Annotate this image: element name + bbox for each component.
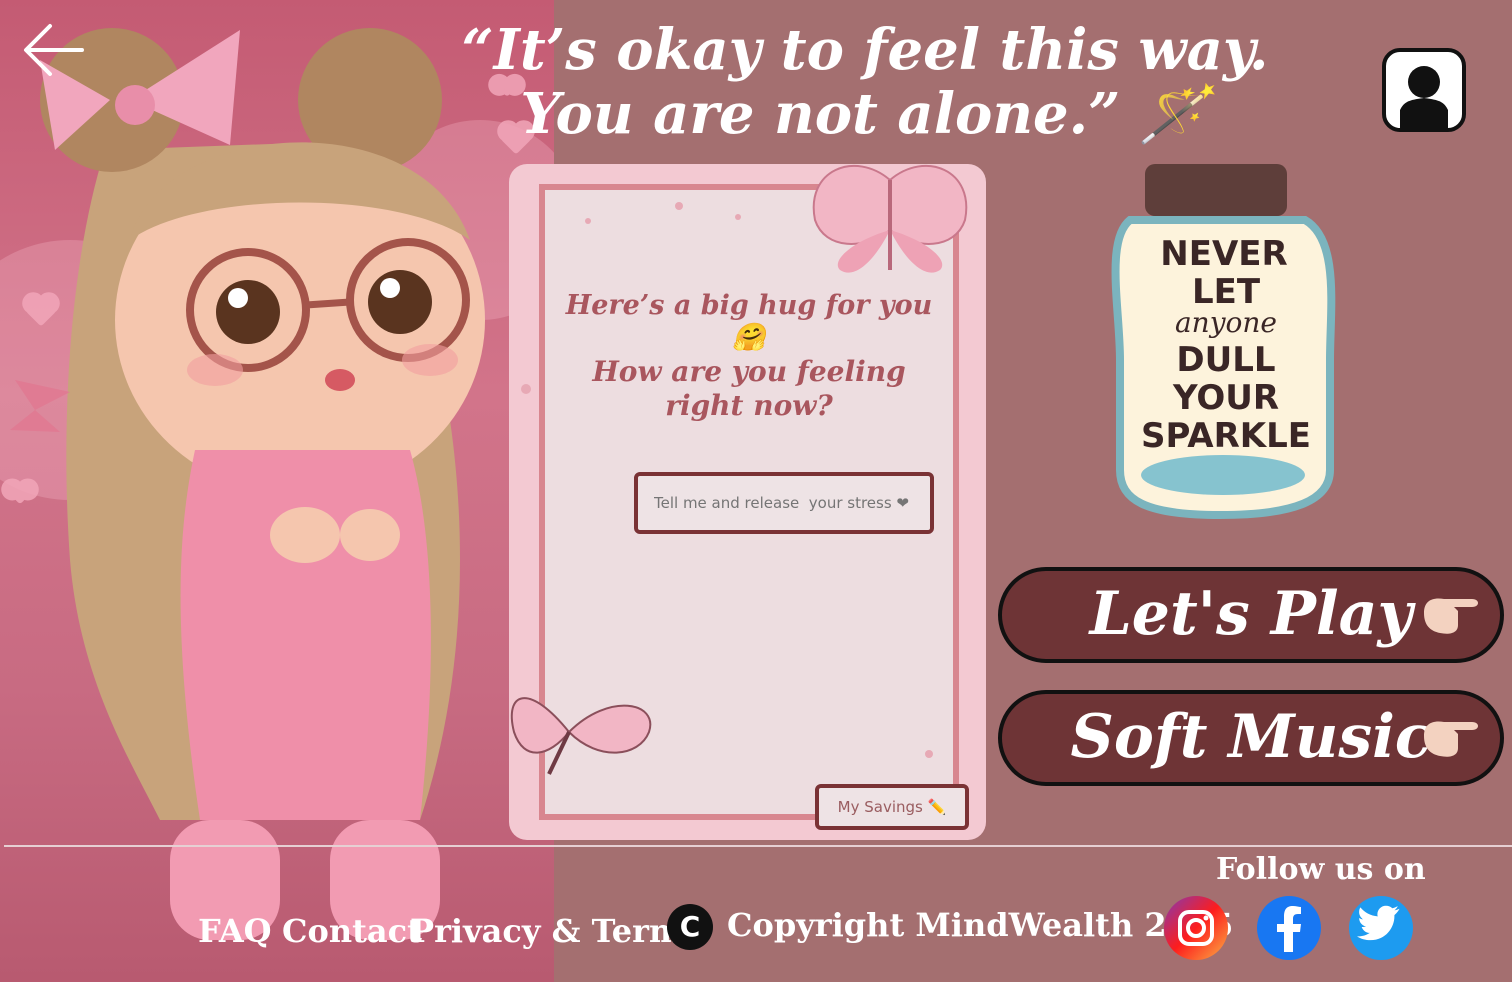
twitter-button[interactable] xyxy=(1349,896,1413,960)
jar-line: SPARKLE xyxy=(1140,416,1312,456)
stress-input[interactable] xyxy=(634,472,934,534)
facebook-icon xyxy=(1277,906,1301,952)
arrow-left-icon xyxy=(24,24,84,76)
hero-illustration xyxy=(0,0,554,982)
user-silhouette-icon xyxy=(1400,66,1448,128)
footer-divider xyxy=(4,845,1512,847)
jar-line: YOUR xyxy=(1172,378,1280,418)
privacy-terms-link[interactable]: Privacy & Terms xyxy=(410,912,701,950)
copyright-text: Copyright MindWealth 2025 xyxy=(727,906,1234,944)
copyright-icon: C xyxy=(667,904,713,950)
feeling-question: How are you feeling right now? xyxy=(592,355,906,422)
jar-line: anyone xyxy=(1174,306,1277,339)
pointing-right-hand-icon xyxy=(1424,598,1478,634)
profile-avatar-button[interactable] xyxy=(1382,48,1466,132)
lets-play-button[interactable]: Let's Play xyxy=(998,567,1504,663)
butterfly-decoration xyxy=(812,164,968,273)
doll-figure xyxy=(10,28,485,940)
my-savings-button[interactable]: My Savings ✏️ xyxy=(815,784,969,830)
back-button[interactable] xyxy=(22,22,86,78)
support-card: Here’s a big hug for you 🤗 How are you f… xyxy=(509,164,986,840)
jar-line: NEVER xyxy=(1160,234,1288,274)
faq-link[interactable]: FAQ xyxy=(198,912,272,950)
pointing-right-hand-icon xyxy=(1424,721,1478,757)
hug-text: Here’s a big hug for you 🤗 xyxy=(565,290,933,353)
contact-link[interactable]: Contact xyxy=(282,912,422,950)
instagram-button[interactable] xyxy=(1164,896,1228,960)
instagram-icon xyxy=(1178,910,1214,946)
facebook-button[interactable] xyxy=(1257,896,1321,960)
jar-line: DULL xyxy=(1176,340,1276,380)
butterfly-decoration xyxy=(510,697,652,775)
page-quote: “It’s okay to feel this way. You are not… xyxy=(461,17,1269,147)
soft-music-button[interactable]: Soft Music xyxy=(998,690,1504,786)
sparkle-jar-sticker: NEVER LET anyone DULL YOUR SPARKLE xyxy=(1095,160,1365,530)
follow-us-label: Follow us on xyxy=(1216,852,1426,887)
twitter-icon xyxy=(1357,905,1400,941)
